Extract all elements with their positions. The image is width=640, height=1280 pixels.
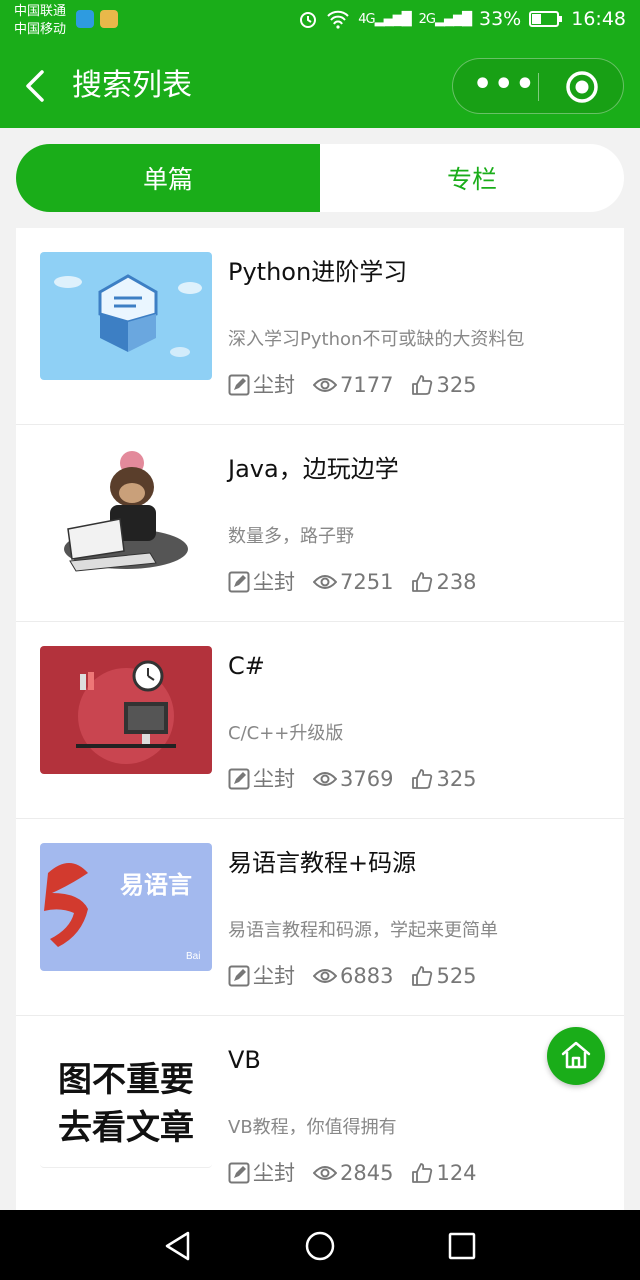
mini-program-capsule: ••• — [452, 58, 624, 114]
eye-icon — [313, 772, 337, 786]
list-item[interactable]: Java，边玩边学 数量多，路子野 尘封 7251 238 — [16, 425, 624, 622]
article-meta: 尘封 2845 124 — [228, 1159, 495, 1187]
thumb-text-line-2: 去看文章 — [58, 1108, 194, 1148]
thumb-up-icon — [412, 769, 433, 789]
like-count: 124 — [436, 1161, 477, 1185]
python-logo-image — [40, 252, 212, 380]
tab-switcher: 单篇 专栏 — [16, 144, 624, 212]
like-count: 525 — [436, 964, 477, 988]
article-desc: 深入学习Python不可或缺的大资料包 — [228, 329, 525, 350]
home-circle-icon[interactable] — [304, 1230, 336, 1262]
article-meta: 尘封 6883 525 — [228, 962, 495, 990]
list-item[interactable]: C# C/C++升级版 尘封 3769 325 — [16, 622, 624, 819]
thumb-up-icon — [412, 966, 433, 986]
author-name: 尘封 — [253, 767, 295, 791]
article-title: Python进阶学习 — [228, 258, 408, 286]
battery-icon — [529, 11, 563, 27]
edit-icon — [228, 965, 250, 987]
shield-app-icon — [76, 10, 94, 28]
view-count: 6883 — [340, 964, 394, 988]
article-desc: C/C++升级版 — [228, 723, 344, 744]
article-title: C# — [228, 652, 265, 680]
article-meta: 尘封 7251 238 — [228, 568, 495, 596]
like-count: 238 — [436, 570, 477, 594]
target-circle-icon[interactable] — [565, 70, 599, 104]
signal-1: 4G▂▄▆█ — [358, 11, 411, 27]
alarm-icon — [300, 12, 317, 28]
yi-language-logo-image: 易语言 Bai — [40, 843, 212, 971]
thumb-up-icon — [412, 572, 433, 592]
article-title: Java，边玩边学 — [228, 455, 399, 483]
page-title: 搜索列表 — [72, 68, 192, 103]
author-name: 尘封 — [253, 964, 295, 988]
text-placeholder-image: 图不重要 去看文章 — [40, 1040, 212, 1168]
article-desc: 数量多，路子野 — [228, 526, 354, 547]
article-title: 易语言教程+码源 — [228, 849, 417, 877]
home-icon — [561, 1041, 591, 1069]
wifi-icon — [327, 10, 349, 29]
back-arrow-icon[interactable] — [22, 66, 50, 106]
article-title: VB — [228, 1046, 261, 1074]
capsule-divider — [538, 73, 539, 101]
monkey-programmer-image — [40, 449, 212, 577]
author-name: 尘封 — [253, 1161, 295, 1185]
thumb-caption: 易语言 — [120, 871, 192, 899]
carrier-info: 中国联通 中国移动 — [14, 3, 66, 39]
article-desc: VB教程，你值得拥有 — [228, 1117, 397, 1138]
edit-icon — [228, 374, 250, 396]
signal-2: 2G▂▄▆█ — [418, 11, 472, 27]
edit-icon — [228, 1162, 250, 1184]
view-count: 3769 — [340, 767, 394, 791]
list-item[interactable]: 图不重要 去看文章 VB VB教程，你值得拥有 尘封 2845 124 — [16, 1016, 624, 1210]
recent-square-icon[interactable] — [446, 1230, 478, 1262]
toutiao-app-icon — [100, 10, 118, 28]
view-count: 7251 — [340, 570, 394, 594]
thumb-watermark: Bai — [186, 951, 200, 962]
carrier-1: 中国联通 — [14, 4, 67, 19]
article-meta: 尘封 7177 325 — [228, 371, 495, 399]
carrier-2: 中国移动 — [14, 22, 67, 37]
view-count: 7177 — [340, 373, 394, 397]
eye-icon — [313, 1166, 337, 1180]
system-nav-bar — [0, 1210, 640, 1280]
author-name: 尘封 — [253, 570, 295, 594]
like-count: 325 — [436, 767, 477, 791]
notification-icons — [76, 10, 118, 28]
nav-bar: 搜索列表 ••• — [0, 44, 640, 128]
edit-icon — [228, 768, 250, 790]
article-desc: 易语言教程和码源，学起来更简单 — [228, 920, 498, 941]
author-name: 尘封 — [253, 373, 295, 397]
list-item[interactable]: 易语言 Bai 易语言教程+码源 易语言教程和码源，学起来更简单 尘封 6883… — [16, 819, 624, 1016]
back-triangle-icon[interactable] — [162, 1230, 194, 1262]
status-right: 4G▂▄▆█ 2G▂▄▆█ 33% 16:48 — [298, 8, 626, 30]
clock: 16:48 — [571, 8, 626, 30]
edit-icon — [228, 571, 250, 593]
thumb-up-icon — [412, 375, 433, 395]
tab-column[interactable]: 专栏 — [320, 144, 624, 212]
status-bar: 中国联通 中国移动 4G▂▄▆█ 2G▂▄▆█ 33% 16:48 — [0, 0, 640, 44]
eye-icon — [313, 969, 337, 983]
view-count: 2845 — [340, 1161, 394, 1185]
tab-single-article[interactable]: 单篇 — [16, 144, 320, 212]
article-list: Python进阶学习 深入学习Python不可或缺的大资料包 尘封 7177 3… — [16, 228, 624, 1210]
thumb-up-icon — [412, 1163, 433, 1183]
eye-icon — [313, 378, 337, 392]
article-meta: 尘封 3769 325 — [228, 765, 495, 793]
more-dots-icon[interactable]: ••• — [473, 63, 535, 111]
desk-computer-image — [40, 646, 212, 774]
thumb-text-line-1: 图不重要 — [58, 1060, 194, 1100]
like-count: 325 — [436, 373, 477, 397]
list-item[interactable]: Python进阶学习 深入学习Python不可或缺的大资料包 尘封 7177 3… — [16, 228, 624, 425]
home-fab-button[interactable] — [547, 1027, 605, 1085]
eye-icon — [313, 575, 337, 589]
battery-percent: 33% — [479, 8, 522, 30]
